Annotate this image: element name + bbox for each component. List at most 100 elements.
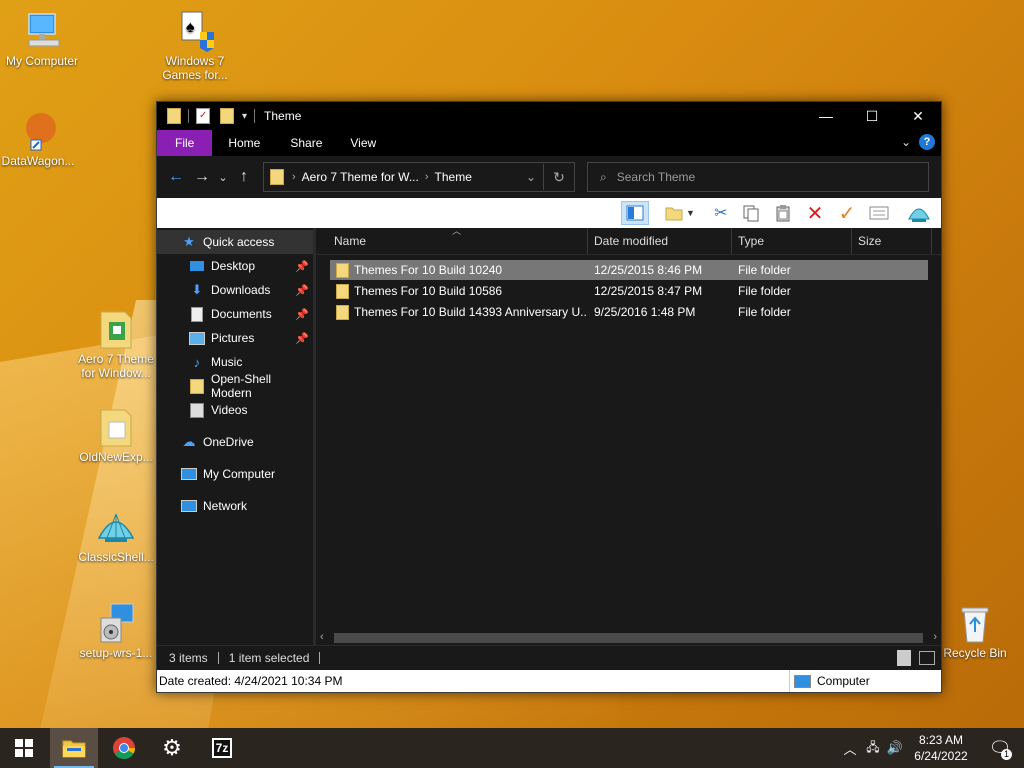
desktop-icon-oldnewexplorer[interactable]: OldNewExp... [74,406,158,464]
nav-my-computer[interactable]: My Computer [157,462,315,486]
folder-icon [270,169,284,185]
desktop-icon-windows7-games[interactable]: ♠ Windows 7 Games for... [153,10,237,82]
navigation-pane: ★ Quick access Desktop 📌 ⬇ Downloads 📌 D… [157,228,315,646]
datawagon-icon [17,110,59,152]
file-type: File folder [738,284,791,298]
paste-icon[interactable] [769,201,797,225]
table-row[interactable]: Themes For 10 Build 14393 Anniversary U.… [330,302,928,322]
column-size[interactable]: Size [852,228,932,254]
nav-music[interactable]: ♪ Music [157,350,315,374]
scroll-right-icon[interactable]: › [933,631,937,643]
title-bar[interactable]: ✓ ▾ Theme — ☐ ✕ [157,102,941,130]
new-folder-icon[interactable] [220,108,234,124]
details-view-button[interactable] [897,650,911,666]
tab-view[interactable]: View [336,130,390,156]
shell-icon [95,506,137,548]
nav-desktop[interactable]: Desktop 📌 [157,254,315,278]
item-count: 3 items [169,651,208,665]
taskbar-7zip[interactable]: 7z [198,728,246,768]
desktop-icon-label: setup-wrs-1... [79,646,153,660]
new-folder-dropdown-button[interactable]: ▼ [659,201,701,225]
refresh-icon[interactable]: ↻ [544,169,574,186]
tab-home[interactable]: Home [212,130,276,156]
nav-label: Desktop [211,259,256,273]
expand-ribbon-icon[interactable]: ⌄ [901,135,911,149]
column-name[interactable]: Name [328,228,588,254]
clock[interactable]: 8:23 AM 6/24/2022 [906,732,976,764]
pin-icon[interactable]: 📌 [295,308,309,321]
show-hidden-icons-icon[interactable]: ︿ [838,739,862,758]
desktop-icon-label: OldNewExp... [79,450,153,464]
copy-icon[interactable] [737,201,765,225]
nav-label: My Computer [203,467,276,481]
delete-icon[interactable]: ✕ [801,201,829,225]
desktop-icon-label: DataWagon... [1,154,75,168]
rename-checkmark-icon[interactable]: ✓ [833,201,861,225]
recent-locations-button[interactable]: ⌄ [215,171,231,184]
folder-icon [336,284,349,299]
nav-label: Open-Shell Modern [210,372,272,400]
taskbar-settings[interactable]: ⚙ [148,728,196,768]
back-button[interactable]: ← [163,168,189,186]
nav-onedrive[interactable]: ☁ OneDrive [157,430,315,454]
computer-icon [181,466,197,482]
taskbar-file-explorer[interactable] [50,728,98,768]
address-dropdown-button[interactable]: ⌄ [519,170,543,184]
customize-qat-icon[interactable]: ▾ [242,111,247,122]
desktop-icon-label: Recycle Bin [943,646,1007,660]
desktop-icon-setup-wrs[interactable]: setup-wrs-1... [74,602,158,660]
pin-icon[interactable]: 📌 [295,260,309,273]
taskbar-chrome[interactable] [100,728,148,768]
nav-open-shell-modern[interactable]: Open-Shell Modern [157,372,315,400]
nav-quick-access[interactable]: ★ Quick access [157,230,315,254]
desktop-icon-my-computer[interactable]: My Computer [0,10,84,68]
nav-network[interactable]: Network [157,494,315,518]
breadcrumb-segment[interactable]: Aero 7 Theme for W... [302,170,419,184]
volume-icon[interactable]: 🔊 [884,740,906,756]
minimize-button[interactable]: — [803,102,849,130]
network-icon[interactable]: 🖧 [862,738,884,759]
preview-pane-button[interactable] [621,201,649,225]
scroll-left-icon[interactable]: ‹ [320,631,324,643]
close-button[interactable]: ✕ [895,102,941,130]
column-date-modified[interactable]: Date modified [588,228,732,254]
action-center-button[interactable]: 🗨 1 [976,728,1024,768]
pin-icon[interactable]: 📌 [295,284,309,297]
properties-icon[interactable]: ✓ [196,108,210,124]
up-button[interactable]: ↑ [231,168,257,186]
table-row[interactable]: Themes For 10 Build 10240 12/25/2015 8:4… [330,260,928,280]
taskbar: ⚙ 7z ︿ 🖧 🔊 8:23 AM 6/24/2022 🗨 1 [0,728,1024,768]
nav-downloads[interactable]: ⬇ Downloads 📌 [157,278,315,302]
table-row[interactable]: Themes For 10 Build 10586 12/25/2015 8:4… [330,281,928,301]
start-button[interactable] [0,728,48,768]
breadcrumb-segment[interactable]: Theme [435,170,472,184]
maximize-button[interactable]: ☐ [849,102,895,130]
tab-share[interactable]: Share [276,130,336,156]
scrollbar-thumb[interactable] [334,633,923,643]
column-header: ︿ Name Date modified Type Size [316,226,941,255]
address-bar[interactable]: › Aero 7 Theme for W... › Theme ⌄ ↻ [263,162,575,192]
horizontal-scrollbar[interactable]: ‹ › [316,630,941,646]
forward-button[interactable]: → [189,168,215,186]
tab-file[interactable]: File [157,130,213,156]
properties-icon[interactable] [865,201,893,225]
open-shell-icon[interactable] [905,201,933,225]
nav-videos[interactable]: Videos [157,398,315,422]
gear-icon: ⚙ [162,735,182,760]
desktop-icon-aero7-theme[interactable]: Aero 7 Theme for Window... [74,308,158,380]
search-box[interactable]: ⌕ Search Theme [587,162,929,192]
desktop-icon-recycle-bin[interactable]: Recycle Bin [933,602,1017,660]
clock-date: 6/24/2022 [914,749,968,763]
desktop-icon-datawagon[interactable]: DataWagon... [0,110,80,168]
nav-documents[interactable]: Documents 📌 [157,302,315,326]
network-icon [181,498,197,514]
pin-icon[interactable]: 📌 [295,332,309,345]
desktop-icon-classicshell[interactable]: ClassicShell... [74,506,158,564]
column-type[interactable]: Type [732,228,852,254]
file-name: Themes For 10 Build 14393 Anniversary U.… [354,305,586,319]
large-icons-view-button[interactable] [919,651,935,665]
nav-pictures[interactable]: Pictures 📌 [157,326,315,350]
cut-icon[interactable]: ✂ [707,201,735,225]
help-icon[interactable]: ? [919,134,935,150]
nav-label: Network [203,499,248,513]
